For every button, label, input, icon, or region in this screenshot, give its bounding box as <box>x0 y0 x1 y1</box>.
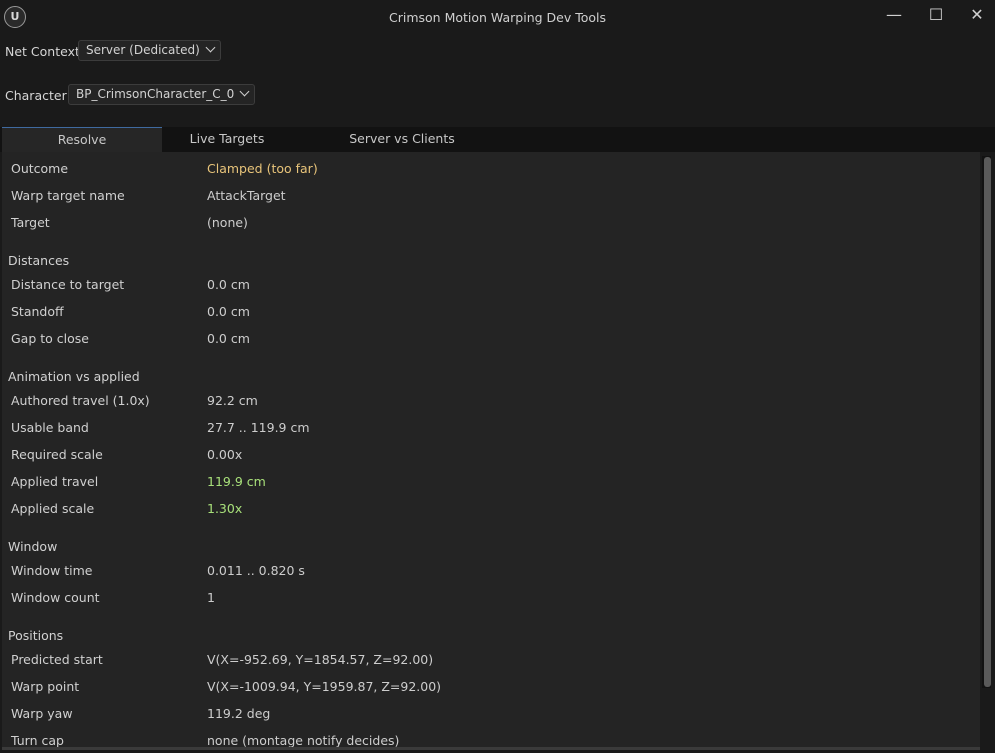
animation-heading: Animation vs applied <box>8 369 140 384</box>
window-time-label: Window time <box>11 563 93 578</box>
title-bar: U Crimson Motion Warping Dev Tools — ☐ ✕ <box>0 0 995 36</box>
usable-band-row: Usable band 27.7 .. 119.9 cm <box>2 419 980 439</box>
turn-cap-value: none (montage notify decides) <box>207 733 400 748</box>
required-scale-value: 0.00x <box>207 447 243 462</box>
distance-to-target-value: 0.0 cm <box>207 277 250 292</box>
target-label: Target <box>11 215 50 230</box>
horizontal-scrollbar[interactable] <box>2 747 980 750</box>
authored-travel-label: Authored travel (1.0x) <box>11 393 150 408</box>
warp-yaw-row: Warp yaw 119.2 deg <box>2 705 980 725</box>
authored-travel-row: Authored travel (1.0x) 92.2 cm <box>2 392 980 412</box>
applied-scale-value: 1.30x <box>207 501 243 516</box>
standoff-value: 0.0 cm <box>207 304 250 319</box>
net-context-label: Net Context <box>5 44 80 59</box>
applied-travel-label: Applied travel <box>11 474 99 489</box>
window-title: Crimson Motion Warping Dev Tools <box>389 10 606 25</box>
warp-point-value: V(X=-1009.94, Y=1959.87, Z=92.00) <box>207 679 442 694</box>
outcome-label: Outcome <box>11 161 69 176</box>
warp-point-label: Warp point <box>11 679 80 694</box>
required-scale-label: Required scale <box>11 447 103 462</box>
target-row: Target (none) <box>2 214 980 234</box>
distances-heading: Distances <box>8 253 70 268</box>
gap-to-close-row: Gap to close 0.0 cm <box>2 330 980 350</box>
usable-band-label: Usable band <box>11 420 89 435</box>
tab-live-targets[interactable]: Live Targets <box>162 127 292 152</box>
turn-cap-label: Turn cap <box>11 733 64 748</box>
applied-travel-value: 119.9 cm <box>207 474 266 489</box>
gap-to-close-value: 0.0 cm <box>207 331 250 346</box>
turn-cap-row: Turn cap none (montage notify decides) <box>2 732 980 748</box>
outcome-row: Outcome Clamped (too far) <box>2 160 980 180</box>
applied-travel-row: Applied travel 119.9 cm <box>2 473 980 493</box>
required-scale-row: Required scale 0.00x <box>2 446 980 466</box>
character-value: BP_CrimsonCharacter_C_0 <box>76 87 235 101</box>
standoff-row: Standoff 0.0 cm <box>2 303 980 323</box>
standoff-label: Standoff <box>11 304 64 319</box>
minimize-button[interactable]: — <box>875 2 913 28</box>
maximize-button[interactable]: ☐ <box>917 2 955 28</box>
gap-to-close-label: Gap to close <box>11 331 89 346</box>
positions-heading: Positions <box>8 628 64 643</box>
window-time-value: 0.011 .. 0.820 s <box>207 563 305 578</box>
distance-to-target-label: Distance to target <box>11 277 125 292</box>
warp-point-row: Warp point V(X=-1009.94, Y=1959.87, Z=92… <box>2 678 980 698</box>
window-time-row: Window time 0.011 .. 0.820 s <box>2 562 980 582</box>
window-count-row: Window count 1 <box>2 589 980 609</box>
warp-yaw-value: 119.2 deg <box>207 706 271 721</box>
applied-scale-label: Applied scale <box>11 501 95 516</box>
distance-to-target-row: Distance to target 0.0 cm <box>2 276 980 296</box>
window-heading: Window <box>8 539 58 554</box>
predicted-start-value: V(X=-952.69, Y=1854.57, Z=92.00) <box>207 652 434 667</box>
net-context-value: Server (Dedicated) <box>86 43 200 57</box>
chevron-down-icon <box>205 42 216 53</box>
tab-bar: Resolve Live Targets Server vs Clients <box>0 127 995 152</box>
target-value: (none) <box>207 215 248 230</box>
tab-server-vs-clients[interactable]: Server vs Clients <box>332 127 472 152</box>
warp-target-name-label: Warp target name <box>11 188 125 203</box>
warp-target-name-row: Warp target name AttackTarget <box>2 187 980 207</box>
authored-travel-value: 92.2 cm <box>207 393 258 408</box>
applied-scale-row: Applied scale 1.30x <box>2 500 980 520</box>
warp-yaw-label: Warp yaw <box>11 706 73 721</box>
window-count-label: Window count <box>11 590 100 605</box>
net-context-dropdown[interactable]: Server (Dedicated) <box>78 40 221 61</box>
character-label: Character <box>5 88 67 103</box>
resolve-panel: Outcome Clamped (too far) Warp target na… <box>2 152 980 748</box>
chevron-down-icon <box>239 86 250 97</box>
usable-band-value: 27.7 .. 119.9 cm <box>207 420 310 435</box>
character-dropdown[interactable]: BP_CrimsonCharacter_C_0 <box>68 84 256 105</box>
close-button[interactable]: ✕ <box>958 2 995 28</box>
tab-resolve[interactable]: Resolve <box>2 127 162 152</box>
outcome-value: Clamped (too far) <box>207 161 318 176</box>
scrollbar-thumb[interactable] <box>984 157 991 687</box>
predicted-start-row: Predicted start V(X=-952.69, Y=1854.57, … <box>2 651 980 671</box>
window-count-value: 1 <box>207 590 215 605</box>
predicted-start-label: Predicted start <box>11 652 103 667</box>
warp-target-name-value: AttackTarget <box>207 188 286 203</box>
